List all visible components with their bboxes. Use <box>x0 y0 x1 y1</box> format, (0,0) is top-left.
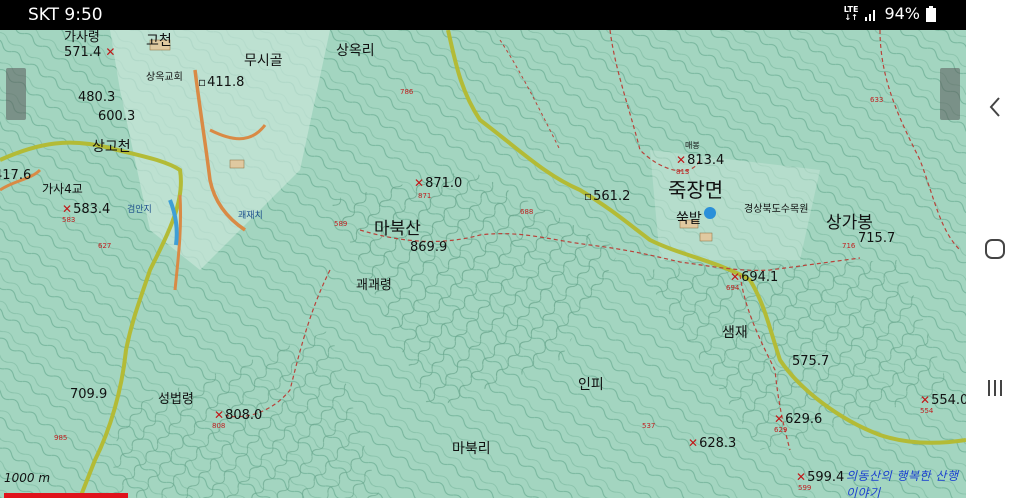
spot-629: 629 <box>774 426 788 434</box>
label-geomanji: 검안지 <box>127 205 152 215</box>
peak-x-icon: ✕ <box>676 153 687 167</box>
status-icons: LTE ↓↑ 94% <box>844 4 936 23</box>
point-575-7: 575.7 <box>792 354 830 369</box>
battery-percent: 94% <box>884 4 920 23</box>
label-mabuksan: 마북산 <box>374 219 421 239</box>
status-bar: SKT 9:50 LTE ↓↑ 94% <box>0 0 966 30</box>
label-gwejae: 괘재치 <box>238 211 263 221</box>
peak-808-0: ✕808.0 <box>214 408 263 423</box>
label-gasaryeong: 가사령 <box>64 30 100 45</box>
label-seongbeopryeong: 성법령 <box>158 392 194 407</box>
spot-716: 716 <box>842 242 856 250</box>
town-marker <box>704 207 716 219</box>
topographic-map[interactable]: 마북산 죽장면 상가봉 상옥리 고천 무시골 상고천 가사4교 괘괘령 쑥밭 샘… <box>0 30 966 498</box>
label-sanggabong: 상가봉 <box>826 213 873 233</box>
spot-786: 786 <box>400 88 414 96</box>
peak-x-icon: ✕ <box>688 436 699 450</box>
label-sangokchurch: 상옥교회 <box>146 72 183 83</box>
spot-871: 871 <box>418 192 432 200</box>
label-sangokri: 상옥리 <box>336 43 375 59</box>
spot-813: 813 <box>676 168 690 176</box>
spot-694: 694 <box>726 284 740 292</box>
peak-813-4: ✕813.4 <box>676 153 725 168</box>
recents-bars-icon <box>988 380 1002 396</box>
map-graphics <box>0 30 966 498</box>
left-panel-handle[interactable] <box>6 68 26 120</box>
label-ssukbat: 쑥밭 <box>676 211 702 227</box>
point-709-9: 709.9 <box>70 387 108 402</box>
point-561-2: ▫561.2 <box>584 189 631 204</box>
peak-x-icon: ✕ <box>105 45 116 59</box>
watermark: 의동산의 행복한 산행 이야기 <box>846 469 959 498</box>
right-panel-handle[interactable] <box>940 68 960 120</box>
label-mabukri: 마북리 <box>452 441 491 457</box>
label-musigol: 무시골 <box>244 53 283 69</box>
spot-985: 985 <box>54 434 68 442</box>
label-gochen: 고천 <box>146 33 172 49</box>
peak-571-4: 571.4 ✕ <box>64 45 116 60</box>
peak-871-0: ✕871.0 <box>414 176 463 191</box>
peak-629-6: ✕629.6 <box>774 412 823 427</box>
peak-x-icon: ✕ <box>920 393 931 407</box>
battery-icon <box>926 5 936 22</box>
point-715-7: 715.7 <box>858 231 896 246</box>
peak-628-3: ✕628.3 <box>688 436 737 451</box>
building-block-4 <box>229 159 245 169</box>
home-button[interactable] <box>966 238 1024 264</box>
scale-label: 1000 m <box>4 471 51 485</box>
point-411-8: ▫411.8 <box>198 75 245 90</box>
building-block-2 <box>699 232 713 242</box>
scale-line <box>4 493 128 498</box>
label-jukjangmyeon: 죽장면 <box>668 178 724 202</box>
spot-627: 627 <box>98 242 112 250</box>
label-mabong: 매봉 <box>685 141 700 150</box>
spot-808: 808 <box>212 422 226 430</box>
spot-583: 583 <box>62 216 76 224</box>
label-sanggochen: 상고천 <box>92 139 131 155</box>
spot-589: 589 <box>334 220 348 228</box>
chevron-left-icon <box>989 97 1000 117</box>
circle-home-icon <box>985 239 1005 259</box>
point-600-3: 600.3 <box>98 109 136 124</box>
peak-554-0: ✕554.0 <box>920 393 966 408</box>
spot-599: 599 <box>798 484 812 492</box>
back-button[interactable] <box>966 96 1024 122</box>
triangulation-icon: ▫ <box>198 75 207 89</box>
carrier-time: SKT 9:50 <box>28 5 103 25</box>
peak-x-icon: ✕ <box>730 270 741 284</box>
peak-x-icon: ✕ <box>414 176 425 190</box>
peak-x-icon: ✕ <box>796 470 807 484</box>
label-inpi: 인피 <box>578 377 604 393</box>
peak-x-icon: ✕ <box>774 412 785 426</box>
label-gwegwaeryeong: 괘괘령 <box>356 278 392 293</box>
signal-icon <box>865 9 876 21</box>
spot-688: 688 <box>520 208 534 216</box>
spot-554: 554 <box>920 407 934 415</box>
scale-bar: 1000 m <box>4 467 128 498</box>
label-saemjae: 샘재 <box>722 325 748 341</box>
point-417-6: 417.6 <box>0 168 32 183</box>
peak-583-4: ✕583.4 <box>62 202 111 217</box>
label-arboretum: 경상북도수목원 <box>744 204 809 215</box>
peak-x-icon: ✕ <box>62 202 73 216</box>
peak-x-icon: ✕ <box>214 408 225 422</box>
navigation-bar <box>966 0 1024 498</box>
label-gasa4gyo: 가사4교 <box>42 182 83 196</box>
lte-icon: LTE ↓↑ <box>843 4 859 22</box>
peak-694-1: ✕694.1 <box>730 270 779 285</box>
point-480-3: 480.3 <box>78 90 116 105</box>
triangulation-icon: ▫ <box>584 189 593 203</box>
peak-599-4: ✕599.4 <box>796 470 845 485</box>
recents-button[interactable] <box>966 378 1024 402</box>
spot-633: 633 <box>870 96 884 104</box>
point-869-9: 869.9 <box>410 240 448 255</box>
spot-537: 537 <box>642 422 656 430</box>
